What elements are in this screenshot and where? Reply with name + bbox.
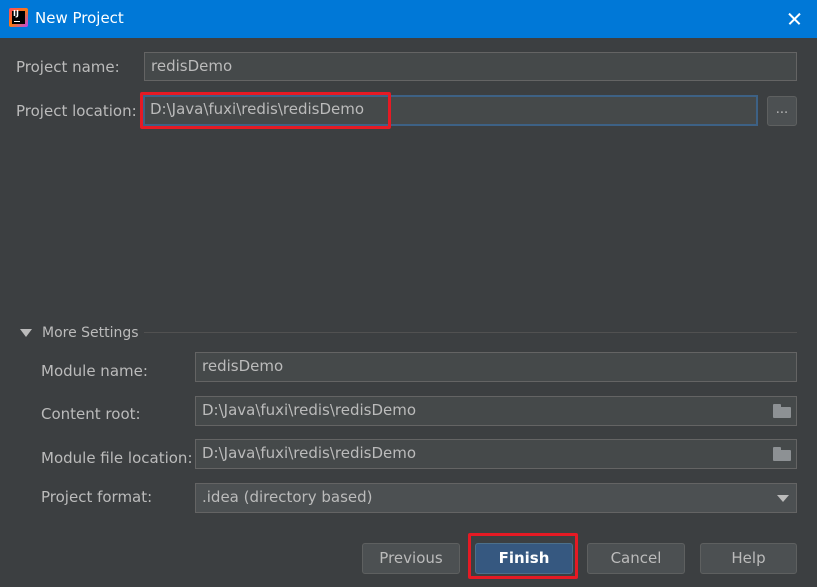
content-root-field[interactable]: D:\Java\fuxi\redis\redisDemo [195, 396, 797, 426]
module-file-location-label: Module file location: [41, 449, 193, 467]
finish-button[interactable]: Finish [475, 543, 573, 574]
folder-icon[interactable] [772, 404, 792, 418]
intellij-idea-icon [9, 8, 28, 27]
browse-location-button[interactable]: ... [767, 96, 797, 126]
module-file-location-field[interactable]: D:\Java\fuxi\redis\redisDemo [195, 439, 797, 469]
collapse-triangle-icon[interactable] [20, 329, 32, 337]
more-settings-divider [144, 332, 797, 333]
project-location-field[interactable]: D:\Java\fuxi\redis\redisDemo [143, 95, 758, 126]
cancel-button[interactable]: Cancel [587, 543, 685, 574]
project-format-select[interactable]: .idea (directory based) [195, 483, 797, 513]
more-settings-toggle[interactable]: More Settings [42, 325, 139, 341]
content-root-label: Content root: [41, 405, 141, 423]
project-location-label: Project location: [16, 102, 137, 120]
module-name-field[interactable]: redisDemo [195, 352, 797, 382]
folder-icon[interactable] [772, 447, 792, 461]
close-icon[interactable] [771, 0, 817, 38]
help-button[interactable]: Help [700, 543, 797, 574]
title-bar: New Project [0, 0, 817, 38]
project-name-field[interactable]: redisDemo [144, 52, 797, 81]
previous-button[interactable]: Previous [362, 543, 460, 574]
project-format-label: Project format: [41, 488, 153, 506]
project-name-label: Project name: [16, 58, 120, 76]
chevron-down-icon[interactable] [777, 495, 789, 502]
module-name-label: Module name: [41, 362, 148, 380]
window-title: New Project [35, 9, 124, 27]
